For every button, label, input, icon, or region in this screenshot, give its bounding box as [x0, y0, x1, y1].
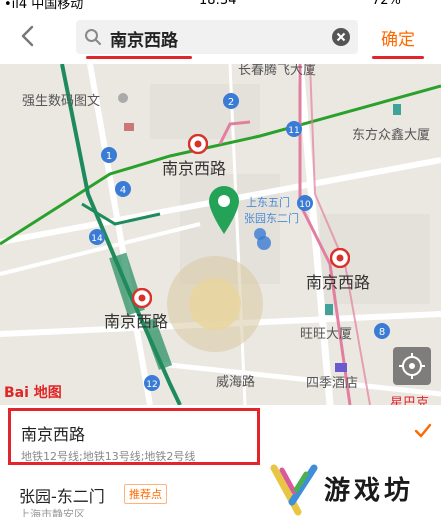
map-label: 上东五门 [246, 196, 290, 209]
poi-marker-icon [254, 228, 271, 250]
metro-badge-14: 14 [89, 229, 105, 245]
search-underline-annotation [86, 56, 192, 59]
confirm-underline-annotation [372, 56, 424, 59]
watermark-logo-icon [270, 464, 318, 516]
locate-icon [399, 353, 425, 379]
recommend-badge: 推荐点 [124, 484, 167, 504]
metro-badge-4: 4 [115, 181, 131, 197]
confirm-button[interactable]: 确定 [381, 25, 415, 50]
metro-badge-1: 1 [101, 147, 117, 163]
metro-station-icon[interactable] [188, 134, 208, 154]
search-header: 南京西路 确定 [0, 10, 441, 64]
svg-text:8: 8 [379, 327, 385, 338]
battery-text: 72% [372, 0, 401, 8]
poi-icon [124, 123, 134, 131]
poi-icon [118, 93, 128, 103]
map-label: 强生数码图文 [22, 94, 101, 109]
svg-text:14: 14 [91, 234, 103, 244]
check-icon [414, 423, 432, 438]
search-query-text: 南京西路 [110, 31, 178, 51]
result-name[interactable]: 张园-东二门 [19, 483, 105, 507]
back-arrow-icon[interactable] [14, 21, 42, 51]
map-label: 四季酒店 [306, 376, 359, 391]
building-icon [325, 304, 333, 315]
search-icon [85, 29, 101, 45]
svg-text:4: 4 [120, 185, 126, 196]
metro-badge-11: 11 [286, 121, 302, 137]
result-item-selected[interactable]: 南京西路 地铁12号线;地铁13号线;地铁2号线 [8, 408, 260, 465]
watermark-text: 游戏坊 [324, 476, 415, 506]
map-label: 星巴克 [390, 396, 430, 405]
metro-badge-12: 12 [144, 375, 160, 391]
map-view[interactable]: 2 1 4 11 10 14 12 8 长春腾飞大厦 强生数码图文 东方众鑫大厦… [0, 64, 441, 405]
svg-text:12: 12 [146, 380, 157, 390]
map-label: 长春腾飞大厦 [238, 64, 317, 78]
map-label: 东方众鑫大厦 [352, 128, 431, 143]
clock: 18:34 [199, 0, 237, 8]
carrier-text: •ıl4 中国移动 [4, 0, 84, 10]
building-icon [393, 104, 401, 115]
clear-input-icon[interactable] [332, 28, 350, 46]
metro-badge-8: 8 [374, 323, 390, 339]
map-label: 威海路 [216, 375, 256, 390]
search-input[interactable]: 南京西路 [76, 20, 358, 54]
map-label-station: 南京西路 [162, 159, 227, 178]
baidu-map-logo: Bai 地图 [4, 385, 62, 401]
svg-text:1: 1 [106, 151, 112, 162]
svg-text:11: 11 [288, 126, 299, 136]
metro-station-icon[interactable] [330, 248, 350, 268]
metro-station-icon[interactable] [132, 288, 152, 308]
result-subtitle: 上海市静安区 [19, 508, 85, 517]
watermark: 游戏坊 [266, 460, 441, 517]
svg-text:2: 2 [228, 97, 234, 108]
metro-badge-2: 2 [223, 93, 239, 109]
map-label: 张园东二门 [244, 212, 299, 225]
map-label: 旺旺大厦 [300, 327, 353, 342]
svg-text:10: 10 [299, 200, 311, 210]
result-subtitle: 地铁12号线;地铁13号线;地铁2号线 [21, 450, 196, 463]
location-pin-icon[interactable] [206, 184, 242, 236]
map-label-station: 南京西路 [104, 312, 169, 331]
status-bar: •ıl4 中国移动 18:34 72% [0, 0, 441, 10]
result-name: 南京西路 [21, 425, 86, 444]
locate-button[interactable] [393, 347, 431, 385]
map-label-station: 南京西路 [306, 273, 371, 292]
